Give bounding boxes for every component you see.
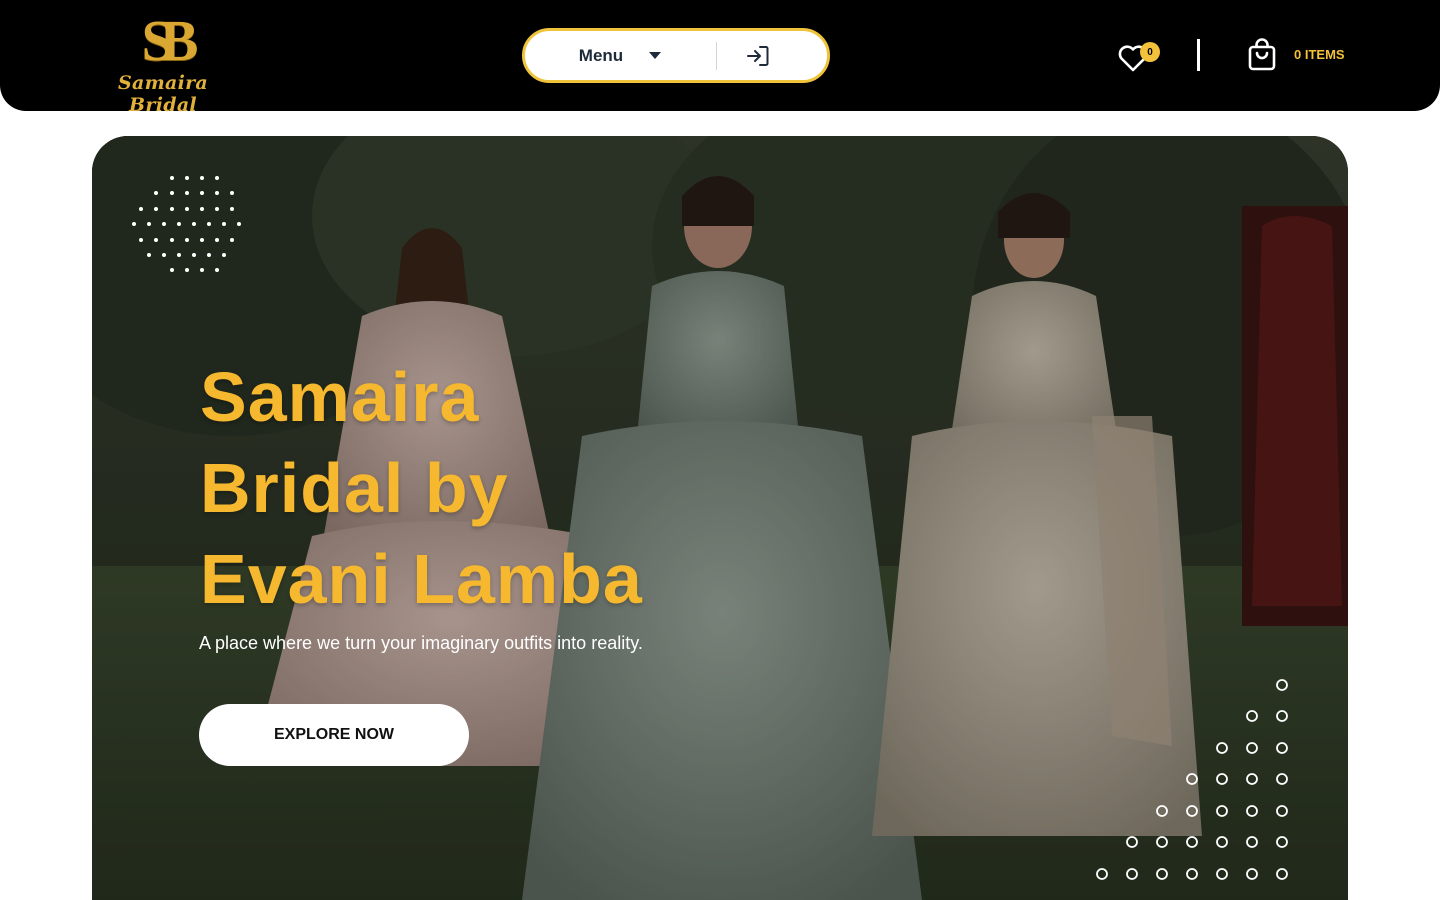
logo-monogram: SB [141, 8, 199, 73]
cart-button[interactable]: 0 ITEMS [1246, 38, 1366, 74]
cart-items-label: 0 ITEMS [1294, 47, 1345, 62]
explore-now-button[interactable]: EXPLORE NOW [199, 704, 469, 766]
wishlist-count-badge: 0 [1140, 42, 1160, 62]
decorative-dot-grid [132, 176, 241, 272]
wishlist-button[interactable]: 0 [1116, 38, 1164, 76]
menu-button[interactable]: Menu [525, 31, 715, 80]
hero-banner: Samaira Bridal by Evani Lamba A place wh… [92, 136, 1348, 900]
sign-in-icon [747, 46, 769, 66]
site-header: SB Samaira Bridal Menu 0 0 ITEMS [0, 0, 1440, 117]
hero-title-line: Samaira [200, 358, 480, 436]
menu-label: Menu [578, 45, 624, 65]
login-button[interactable] [739, 41, 775, 71]
chevron-down-icon [649, 52, 662, 59]
hero-title: Samaira Bridal by Evani Lamba [200, 352, 760, 625]
logo-brand-name: Samaira Bridal [117, 72, 209, 116]
nav-pill: Menu [522, 28, 830, 83]
header-divider [1197, 39, 1200, 71]
hero-title-line: Evani Lamba [200, 540, 643, 618]
nav-divider [716, 42, 717, 70]
decorative-ring-grid [1096, 679, 1288, 880]
brand-logo[interactable]: SB Samaira Bridal [88, 8, 238, 117]
shopping-bag-icon [1248, 38, 1276, 71]
hero-subtitle: A place where we turn your imaginary out… [199, 633, 643, 653]
hero-title-line: Bridal by [200, 449, 509, 527]
